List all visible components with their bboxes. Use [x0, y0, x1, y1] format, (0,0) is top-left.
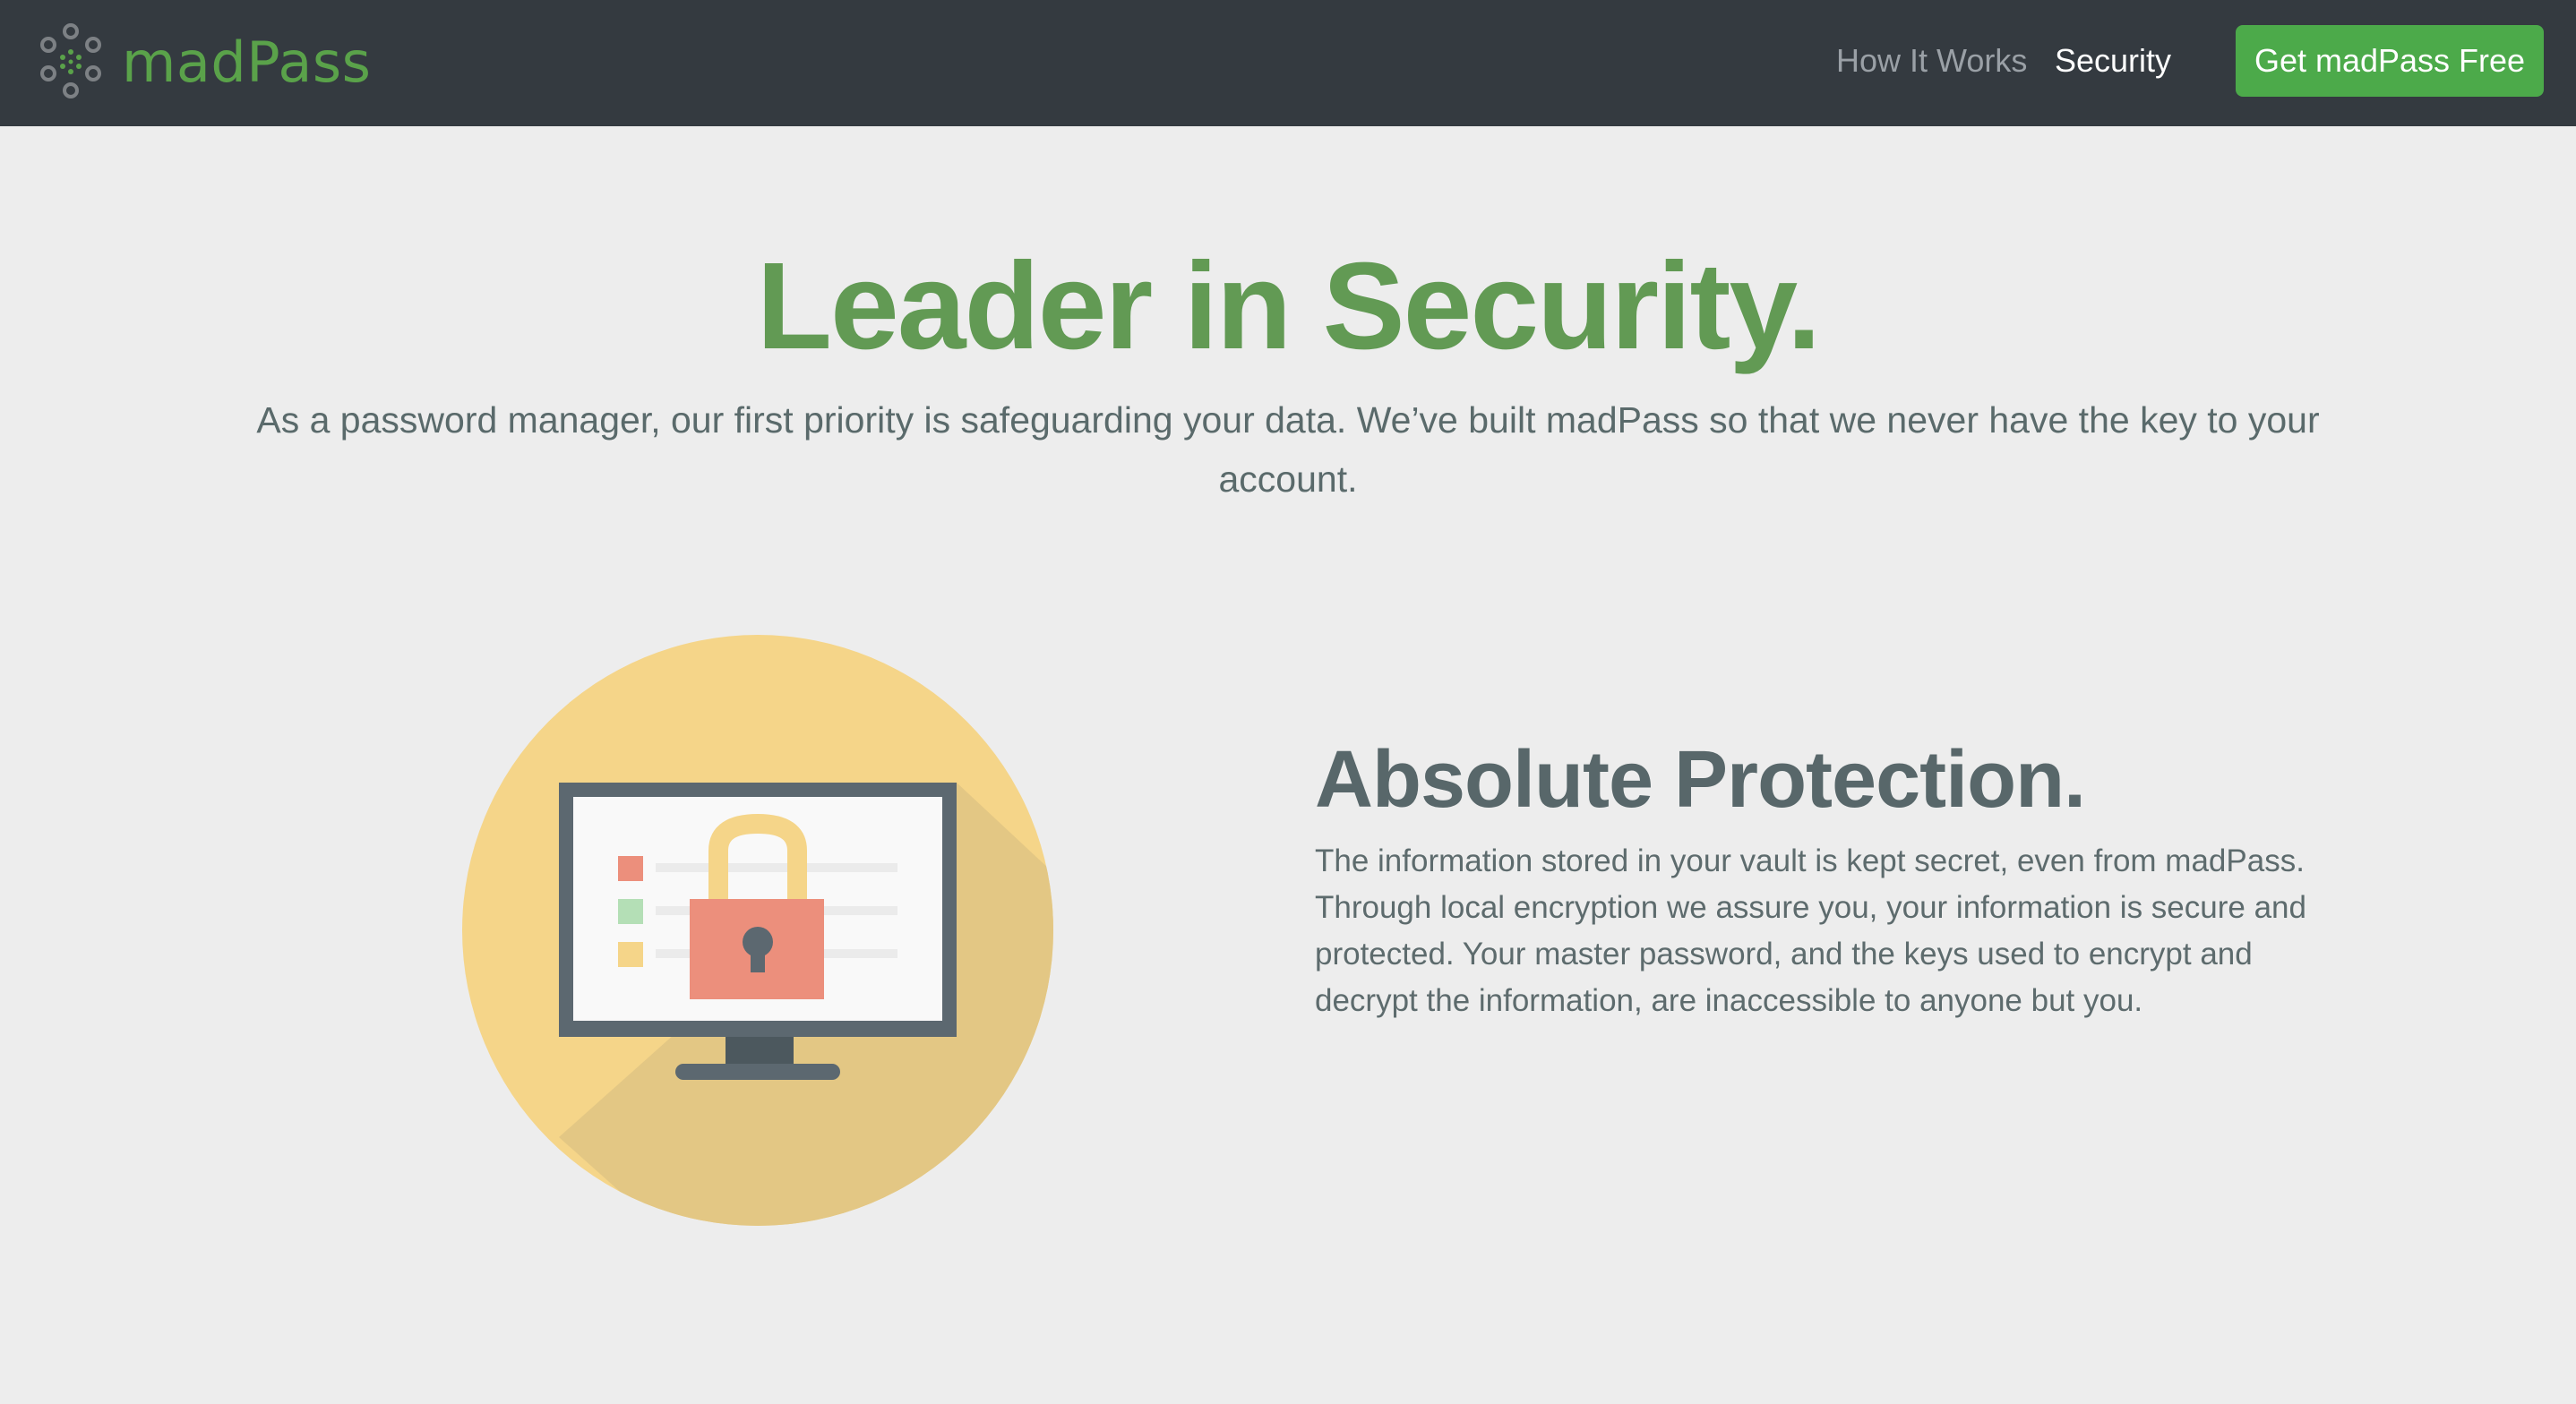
feature-description: The information stored in your vault is …	[1315, 843, 2306, 1018]
dots-ring-logo-icon	[40, 23, 101, 98]
page-title: Leader in Security.	[756, 237, 1822, 375]
nav-link-security[interactable]: Security	[2055, 36, 2171, 86]
page-subtitle: As a password manager, our first priorit…	[256, 399, 2320, 500]
monitor-padlock-icon	[462, 635, 1053, 1226]
brand-name: madPass	[122, 29, 372, 95]
brand-logo-link[interactable]: madPass	[36, 23, 371, 100]
monitor-padlock-illustration	[462, 634, 1053, 1227]
top-navbar: madPass How It Works Security Get madPas…	[0, 0, 2576, 126]
feature-title: Absolute Protection.	[1315, 735, 2086, 825]
nav-link-how-it-works[interactable]: How It Works	[1836, 36, 2027, 86]
get-madpass-free-button[interactable]: Get madPass Free	[2236, 25, 2544, 97]
